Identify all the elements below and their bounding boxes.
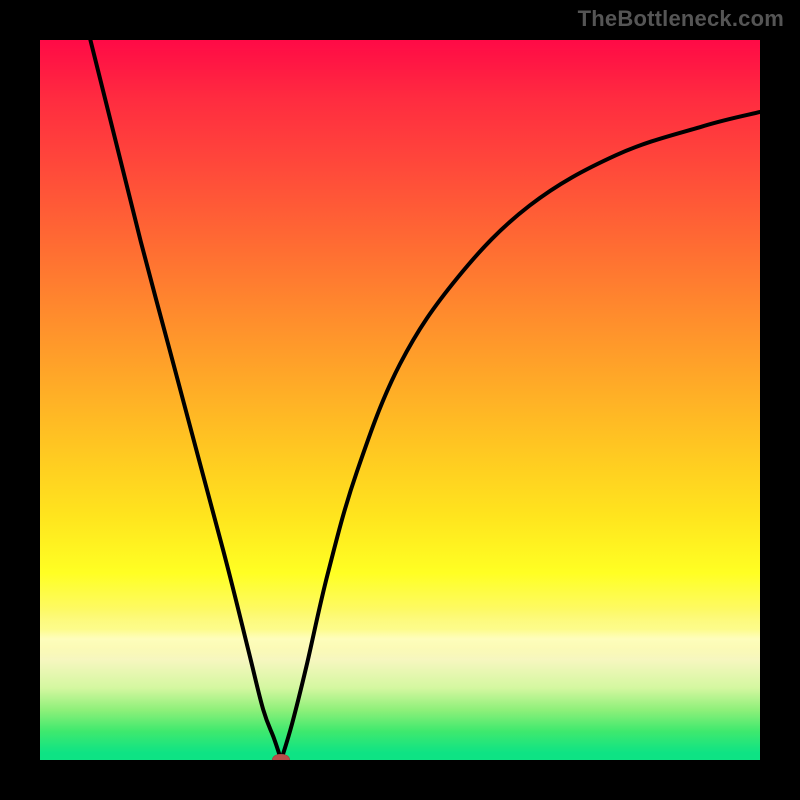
chart-container: TheBottleneck.com xyxy=(0,0,800,800)
curve-right xyxy=(281,112,760,760)
curve-left xyxy=(90,40,281,760)
plot-area xyxy=(40,40,760,760)
minimum-marker xyxy=(272,754,290,760)
curve-svg xyxy=(40,40,760,760)
watermark-text: TheBottleneck.com xyxy=(578,6,784,32)
